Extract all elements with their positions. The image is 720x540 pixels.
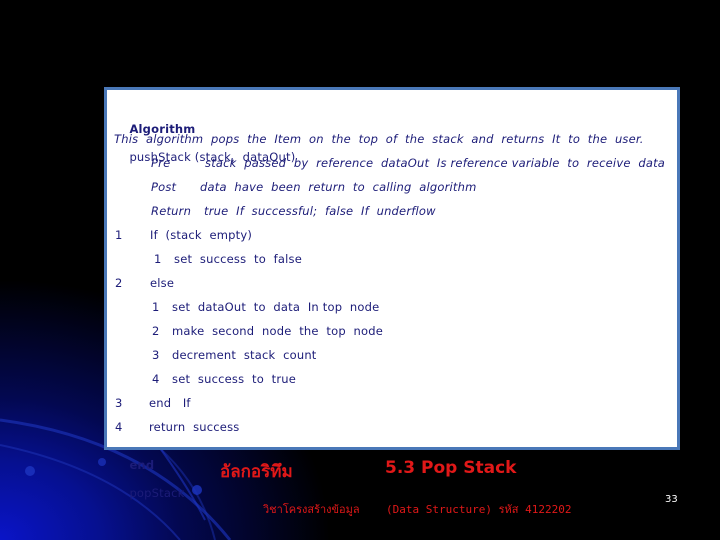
arc-dot-3 [98, 458, 106, 466]
condition-post-text: data have been return to calling algorit… [200, 180, 477, 194]
substep-number: 3 [152, 348, 160, 362]
step-text: If (stack empty) [150, 228, 253, 242]
step-number: 3 [115, 396, 123, 410]
condition-return-text: true If successful; false If underflow [204, 204, 436, 218]
substep-number: 2 [152, 324, 160, 338]
substep-number: 1 [152, 300, 160, 314]
substep-number: 1 [154, 252, 162, 266]
step-text: else [150, 276, 175, 290]
step-number: 1 [115, 228, 123, 242]
algorithm-end: end popStack [114, 444, 185, 514]
substep-text: decrement stack count [172, 348, 317, 362]
arc-dot-1 [25, 466, 35, 476]
condition-pre-text: stack passed by reference dataOut Is ref… [205, 156, 666, 170]
arc-dot-2 [192, 485, 202, 495]
footer-thai-course: วิชาโครงสร้างข้อมูล [263, 503, 360, 516]
substep-number: 4 [152, 372, 160, 386]
substep-text: make second node the top node [172, 324, 384, 338]
algorithm-description: This algorithm pops the Item on the top … [114, 132, 644, 146]
footer-section-title: 5.3 Pop Stack [385, 458, 517, 478]
page-number: 33 [665, 494, 678, 505]
algorithm-box: Algorithm pushStack (stack, dataOut) Thi… [104, 87, 680, 500]
step-text: end If [149, 396, 191, 410]
condition-pre-label: Pre [151, 156, 171, 170]
substep-text: set success to false [174, 252, 302, 266]
end-keyword: end [129, 458, 155, 472]
substep-text: set dataOut to data In top node [172, 300, 380, 314]
step-number: 4 [115, 420, 123, 434]
condition-post-label: Post [151, 180, 177, 194]
footer-thai-title: อัลกอริทึม [220, 462, 293, 482]
condition-return-label: Return [151, 204, 192, 218]
end-name: popStack [129, 486, 185, 500]
substep-text: set success to true [172, 372, 297, 386]
step-number: 2 [115, 276, 123, 290]
step-text: return success [149, 420, 240, 434]
footer-course-code: (Data Structure) รหัส 4122202 [386, 503, 572, 516]
